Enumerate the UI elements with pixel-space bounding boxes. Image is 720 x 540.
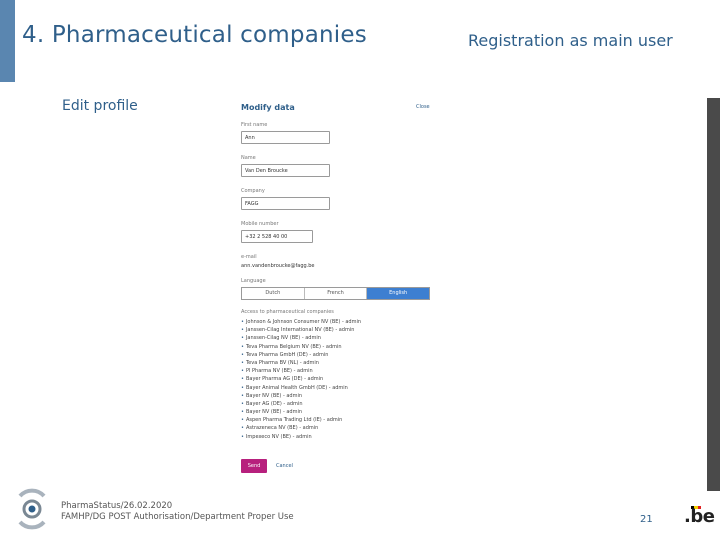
list-item-label: Johnson & Johnson Consumer NV (BE) - adm… <box>245 319 362 325</box>
language-label: Language <box>241 278 266 284</box>
bullet-icon: • <box>241 327 244 334</box>
language-selector: Dutch French English <box>241 287 430 300</box>
form-heading: Modify data <box>241 103 295 112</box>
list-item-label: Bayer Animal Health GmbH (DE) - admin <box>245 384 348 391</box>
be-logo: .be <box>684 506 715 527</box>
list-item-label: Bayer Pharma AG (DE) - admin <box>245 376 324 383</box>
language-option-french[interactable]: French <box>305 288 368 299</box>
bullet-icon: • <box>241 351 244 358</box>
bullet-icon: • <box>241 409 244 416</box>
list-item: • Aspen Pharma Trading Ltd (IE) - admin <box>241 416 361 424</box>
slide-title: 4. Pharmaceutical companies <box>22 22 367 48</box>
list-item-label: Teva Pharma GmbH (DE) - admin <box>245 351 329 358</box>
list-item: • Bayer Animal Health GmbH (DE) - admin <box>241 384 361 392</box>
bullet-icon: • <box>241 359 244 366</box>
list-item: • Johnson & Johnson Consumer NV (BE) - ad… <box>241 318 361 326</box>
section-label: Edit profile <box>62 98 138 114</box>
language-option-dutch[interactable]: Dutch <box>242 288 305 299</box>
list-item: • Impexeco NV (BE) - admin <box>241 433 361 441</box>
modify-data-form: Modify data Close First name Ann Name Va… <box>232 98 437 480</box>
access-label: Access to pharmaceutical companies <box>241 309 334 315</box>
bullet-icon: • <box>241 319 244 325</box>
access-list: • Johnson & Johnson Consumer NV (BE) - ad… <box>241 318 361 441</box>
list-item-label: Aspen Pharma Trading Ltd (IE) - admin <box>245 417 343 424</box>
footer-text: PharmaStatus/26.02.2020 FAMHP/DG POST Au… <box>61 501 294 523</box>
list-item: • Teva Pharma GmbH (DE) - admin <box>241 351 361 359</box>
bullet-icon: • <box>241 425 244 432</box>
slide-subtitle: Registration as main user <box>468 31 673 50</box>
close-link[interactable]: Close <box>416 104 430 110</box>
list-item-label: PI Pharma NV (BE) - admin <box>245 368 313 375</box>
list-item-label: Bayer AG (DE) - admin <box>245 400 303 407</box>
list-item: • Bayer AG (DE) - admin <box>241 400 361 408</box>
bullet-icon: • <box>241 392 244 399</box>
list-item: • Bayer Pharma AG (DE) - admin <box>241 375 361 383</box>
bullet-icon: • <box>241 433 244 440</box>
list-item: • Janssen-Cilag NV (BE) - admin <box>241 334 361 342</box>
list-item-label: Bayer NV (BE) - admin <box>245 409 303 416</box>
page-number: 21 <box>640 514 653 525</box>
list-item: • Janssen-Cilag International NV (BE) - a… <box>241 326 361 334</box>
list-item: • Teva Pharma Belgium NV (BE) - admin <box>241 343 361 351</box>
list-item-label: Teva Pharma BV (NL) - admin <box>245 359 319 366</box>
list-item-label: Teva Pharma Belgium NV (BE) - admin <box>245 343 342 350</box>
right-side-bar <box>707 98 720 491</box>
email-label: e-mail <box>241 254 257 260</box>
bullet-icon: • <box>241 343 244 350</box>
list-item: • Bayer NV (BE) - admin <box>241 408 361 416</box>
famhp-logo-icon <box>18 488 46 530</box>
bullet-icon: • <box>241 417 244 424</box>
company-label: Company <box>241 188 265 194</box>
bullet-icon: • <box>241 335 244 342</box>
list-item: • PI Pharma NV (BE) - admin <box>241 367 361 375</box>
mobile-number-input[interactable]: +32 2 528 40 00 <box>241 230 313 243</box>
footer-line-1: PharmaStatus/26.02.2020 <box>61 501 173 511</box>
send-button[interactable]: Send <box>241 459 267 473</box>
first-name-label: First name <box>241 122 268 128</box>
email-value: ann.vandenbroucke@fagg.be <box>241 263 315 269</box>
list-item-label: Bayer NV (BE) - admin <box>245 392 303 399</box>
company-input[interactable]: FAGG <box>241 197 330 210</box>
list-item-label: Janssen-Cilag International NV (BE) - ad… <box>245 327 355 334</box>
list-item-label: Impexeco NV (BE) - admin <box>245 433 312 440</box>
bullet-icon: • <box>241 376 244 383</box>
footer-line-2: FAMHP/DG POST Authorisation/Department P… <box>61 512 294 522</box>
cancel-link[interactable]: Cancel <box>276 463 293 469</box>
list-item: • Astrazeneca NV (BE) - admin <box>241 424 361 432</box>
mobile-number-label: Mobile number <box>241 221 279 227</box>
list-item-label: Janssen-Cilag NV (BE) - admin <box>245 335 321 342</box>
list-item-label: Astrazeneca NV (BE) - admin <box>245 425 319 432</box>
bullet-icon: • <box>241 384 244 391</box>
bullet-icon: • <box>241 400 244 407</box>
first-name-input[interactable]: Ann <box>241 131 330 144</box>
name-label: Name <box>241 155 256 161</box>
name-input[interactable]: Van Den Broucke <box>241 164 330 177</box>
language-option-english[interactable]: English <box>367 288 430 299</box>
bullet-icon: • <box>241 368 244 375</box>
list-item: • Bayer NV (BE) - admin <box>241 392 361 400</box>
list-item: • Teva Pharma BV (NL) - admin <box>241 359 361 367</box>
title-accent-bar <box>0 0 15 82</box>
